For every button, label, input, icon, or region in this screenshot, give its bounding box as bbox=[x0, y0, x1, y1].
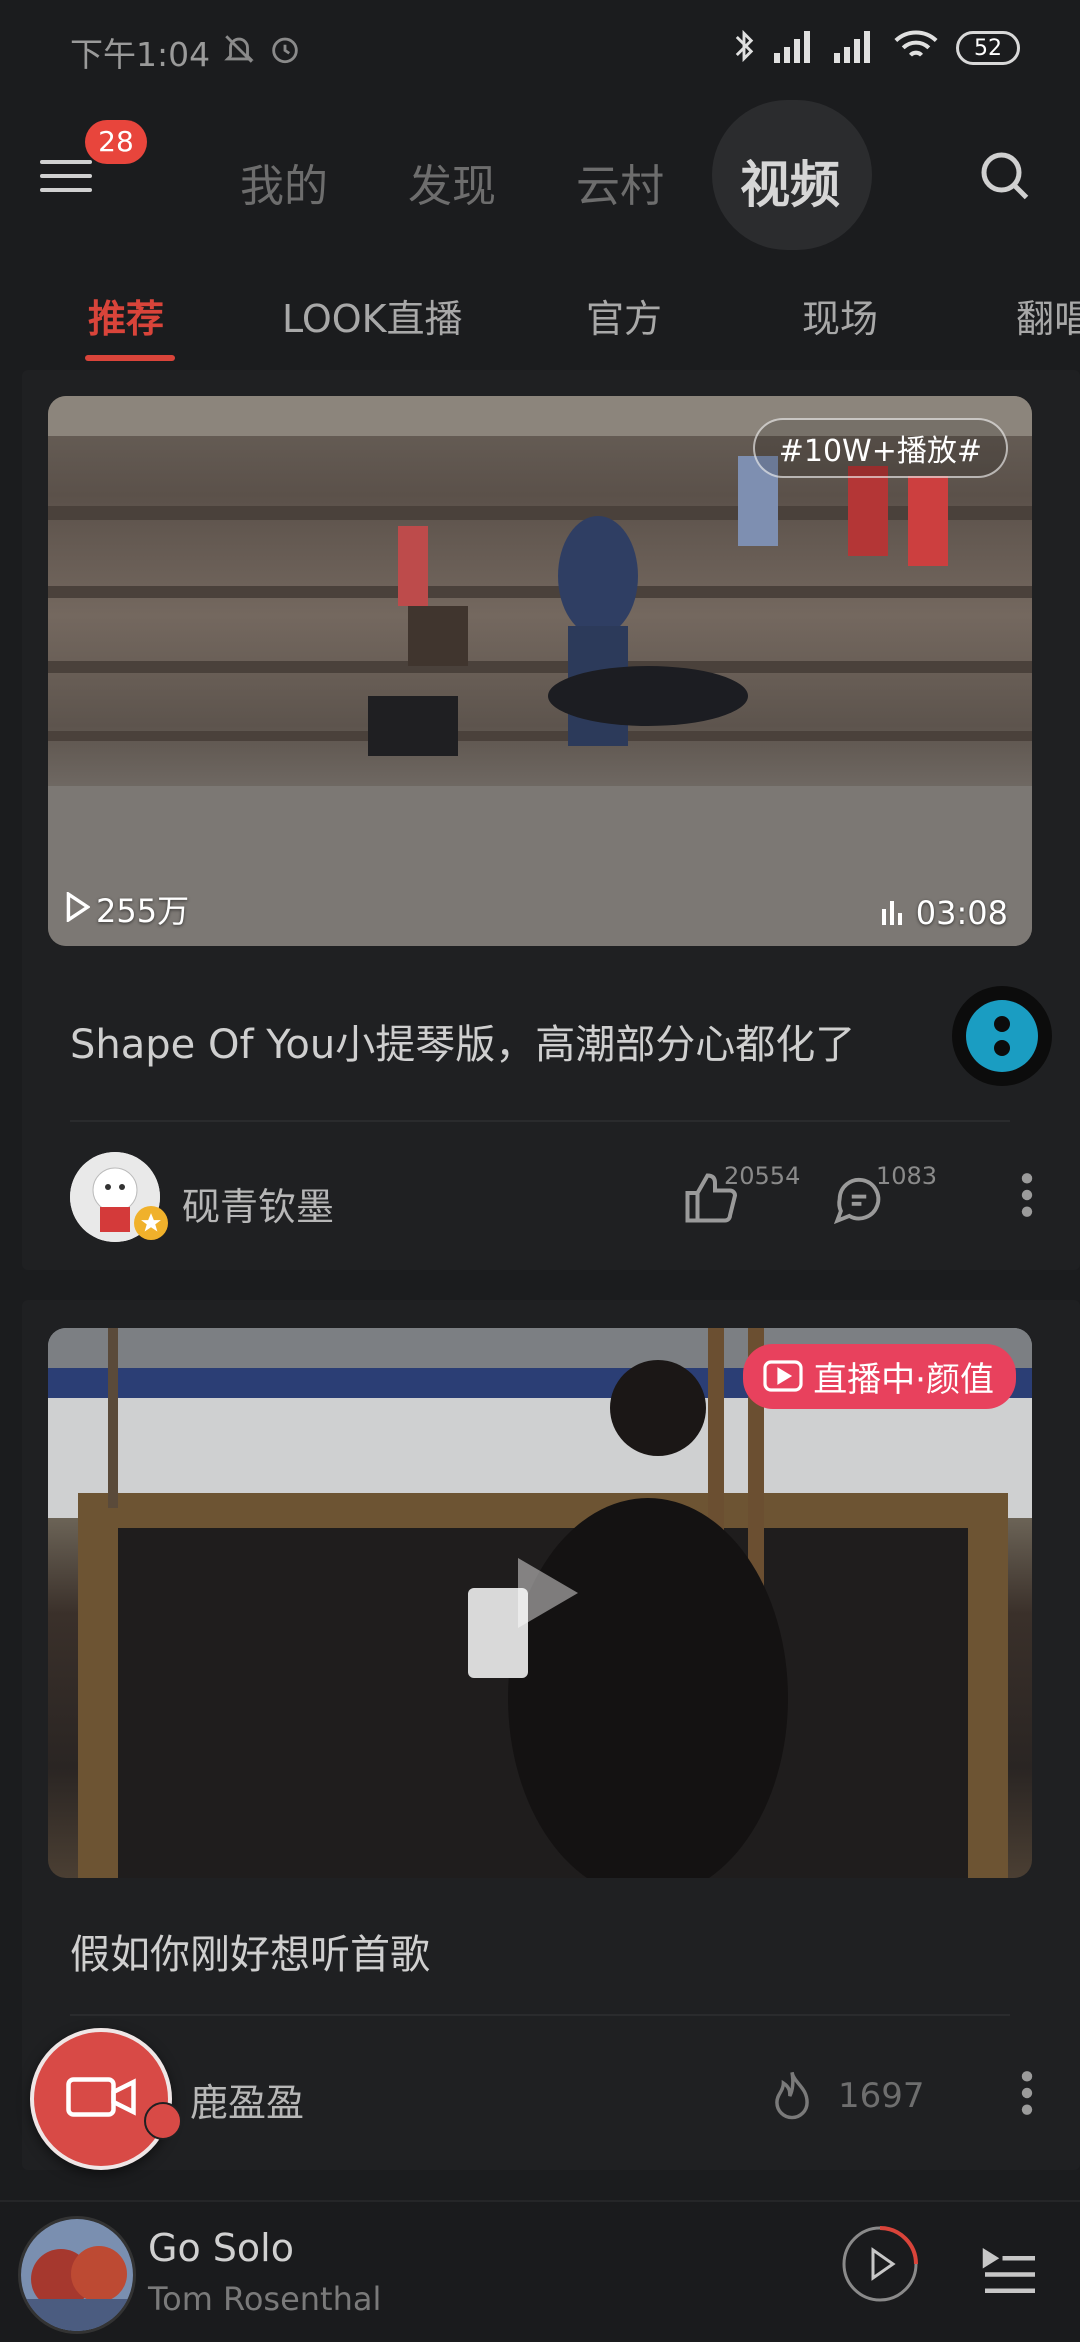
category-official[interactable]: 官方 bbox=[586, 288, 662, 343]
play-count-value: 255万 bbox=[96, 892, 190, 930]
album-art[interactable] bbox=[18, 2216, 136, 2334]
signal-icon bbox=[774, 29, 816, 67]
tab-video[interactable]: 视频 bbox=[740, 145, 840, 217]
category-look-live[interactable]: LOOK直播 bbox=[282, 288, 463, 343]
like-count: 20554 bbox=[724, 1162, 801, 1190]
heat-icon bbox=[766, 2068, 818, 2128]
verified-star-icon bbox=[134, 1206, 168, 1240]
playlist-icon[interactable] bbox=[980, 2242, 1040, 2302]
tab-mine[interactable]: 我的 bbox=[240, 150, 328, 214]
more-options-icon[interactable] bbox=[1020, 2068, 1034, 2128]
comment-count: 1083 bbox=[876, 1162, 938, 1190]
video-duration: 03:08 bbox=[880, 894, 1008, 932]
category-live-scene[interactable]: 现场 bbox=[802, 288, 878, 343]
heat-count: 1697 bbox=[838, 2076, 925, 2116]
live-avatar-badge bbox=[144, 2102, 182, 2140]
status-bar: 下午1:04 52 bbox=[0, 0, 1080, 100]
tab-discover[interactable]: 发现 bbox=[408, 150, 496, 214]
notification-badge: 28 bbox=[85, 120, 147, 164]
mini-player[interactable]: Go Solo Tom Rosenthal bbox=[0, 2200, 1080, 2342]
live-label: 直播中·颜值 bbox=[813, 1360, 994, 1400]
live-title[interactable]: 假如你刚好想听首歌 bbox=[70, 1922, 430, 1980]
bluetooth-icon bbox=[732, 28, 756, 68]
category-active-underline bbox=[85, 355, 175, 361]
video-thumbnail[interactable]: #10W+播放# 255万 03:08 bbox=[48, 396, 1032, 946]
play-button[interactable] bbox=[840, 2224, 920, 2304]
battery-indicator: 52 bbox=[956, 31, 1020, 65]
video-camera-icon bbox=[66, 2072, 136, 2126]
duration-value: 03:08 bbox=[915, 894, 1008, 932]
status-icons: 52 bbox=[732, 28, 1020, 68]
song-title: Go Solo bbox=[148, 2226, 294, 2270]
divider bbox=[70, 1120, 1010, 1122]
signal-icon-2 bbox=[834, 29, 876, 67]
live-author-name[interactable]: 鹿盈盈 bbox=[190, 2072, 304, 2127]
top-nav: 28 我的 发现 云村 视频 bbox=[0, 100, 1080, 250]
notification-muted-icon bbox=[222, 32, 256, 70]
live-status-badge: 直播中·颜值 bbox=[743, 1344, 1016, 1409]
category-tabs: 推荐 LOOK直播 官方 现场 翻唱 bbox=[0, 270, 1080, 361]
play-triangle-icon bbox=[64, 890, 91, 926]
record-video-button[interactable] bbox=[30, 2028, 172, 2170]
artist-name: Tom Rosenthal bbox=[148, 2280, 382, 2318]
status-time: 下午1:04 bbox=[70, 35, 211, 74]
alarm-icon bbox=[268, 32, 302, 70]
search-icon[interactable] bbox=[974, 145, 1034, 205]
music-disc-icon[interactable] bbox=[952, 986, 1052, 1086]
live-thumbnail[interactable]: 直播中·颜值 bbox=[48, 1328, 1032, 1878]
video-title[interactable]: Shape Of You小提琴版，高潮部分心都化了 bbox=[70, 1012, 855, 1070]
divider bbox=[70, 2014, 1010, 2016]
category-recommend[interactable]: 推荐 bbox=[88, 288, 164, 343]
live-tv-icon bbox=[763, 1356, 803, 1403]
tab-village[interactable]: 云村 bbox=[576, 150, 664, 214]
popularity-tag: #10W+播放# bbox=[752, 418, 1008, 478]
category-cover[interactable]: 翻唱 bbox=[1016, 288, 1080, 343]
bars-icon bbox=[880, 897, 906, 929]
wifi-icon bbox=[894, 29, 938, 67]
play-count: 255万 bbox=[64, 886, 189, 932]
author-name[interactable]: 砚青钦墨 bbox=[182, 1176, 334, 1231]
more-options-icon[interactable] bbox=[1020, 1170, 1034, 1230]
